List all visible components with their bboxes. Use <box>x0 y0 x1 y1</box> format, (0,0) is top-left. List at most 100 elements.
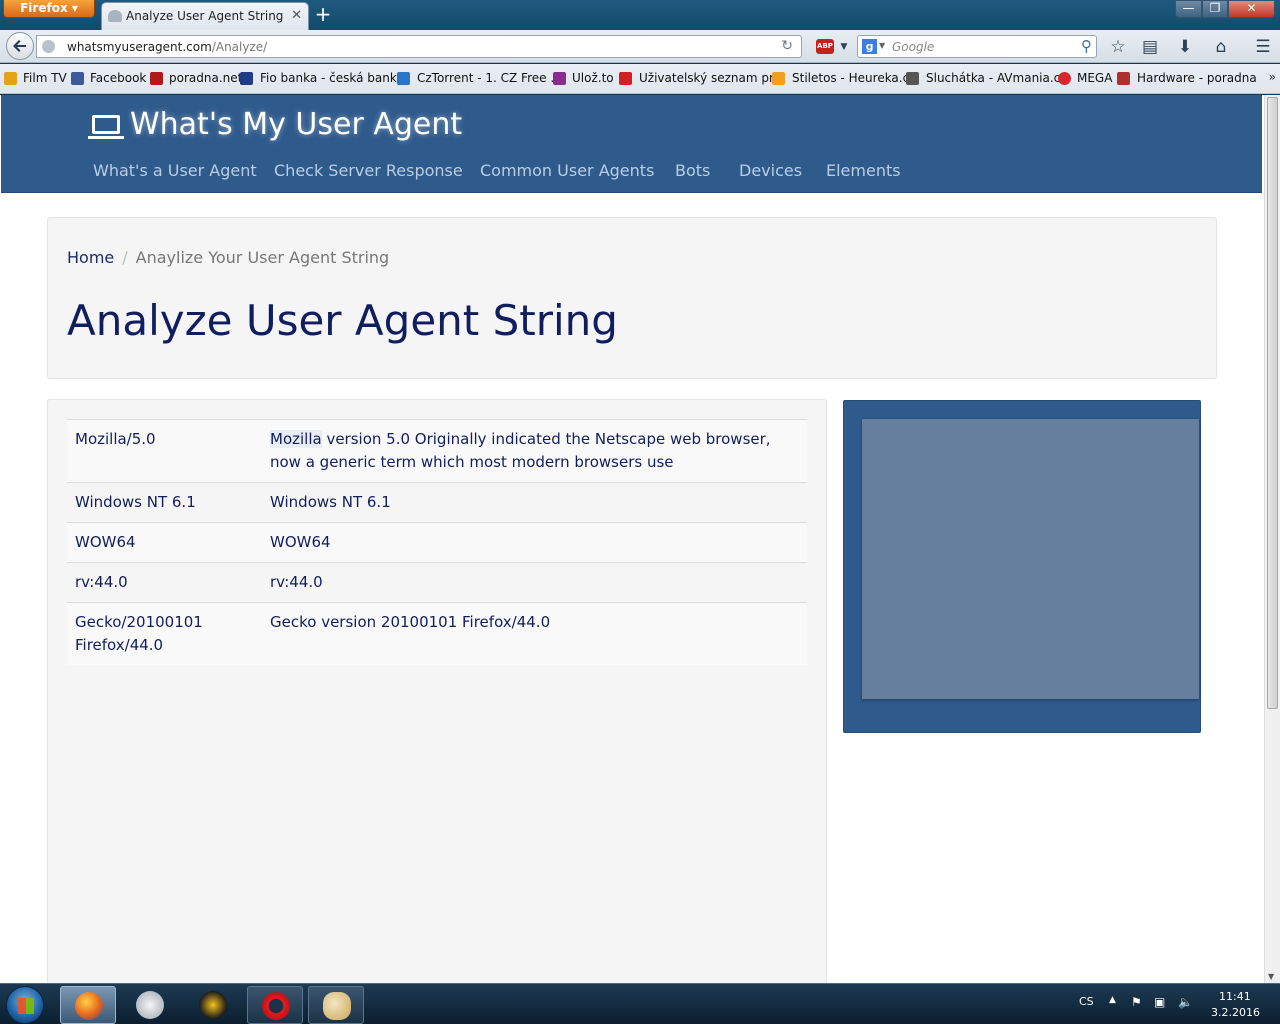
page-viewport: What's My User Agent What's a User Agent… <box>0 95 1264 983</box>
table-row: Gecko/20100101 Firefox/44.0 Gecko versio… <box>67 602 807 665</box>
bookmark-mega-icon <box>1058 72 1071 85</box>
ad-placeholder[interactable] <box>862 419 1199 699</box>
clock-date[interactable]: 3.2.2016 <box>1211 1006 1260 1019</box>
start-button[interactable] <box>6 986 44 1024</box>
nav-bots[interactable]: Bots <box>675 161 710 180</box>
taskbar-opera[interactable] <box>247 986 303 1024</box>
ua-description: WOW64 <box>262 522 807 563</box>
tray-network-icon[interactable]: ▣ <box>1154 995 1165 1009</box>
close-window-button[interactable]: ✕ <box>1228 0 1275 18</box>
site-brand-link[interactable]: What's My User Agent <box>88 107 463 142</box>
breadcrumb-separator: / <box>122 248 128 267</box>
bookmark-poradna[interactable]: poradna.net <box>169 71 242 85</box>
reload-icon[interactable]: ↻ <box>781 38 793 54</box>
scroll-down-arrow-icon[interactable]: ▼ <box>1268 972 1274 981</box>
bookmark-facebook[interactable]: Facebook <box>90 71 146 85</box>
bookmarks-overflow-chevron-icon[interactable]: » <box>1269 70 1276 84</box>
tray-volume-icon[interactable]: 🔈 <box>1178 995 1193 1009</box>
adblock-plus-icon[interactable]: ABP <box>816 39 834 54</box>
site-identity-icon[interactable] <box>42 40 55 53</box>
site-brand-text: What's My User Agent <box>130 107 463 142</box>
intro-panel: Home / Anaylize Your User Agent String Ana… <box>47 217 1217 379</box>
bookmark-ulozto[interactable]: Ulož.to <box>572 71 614 85</box>
opera-icon <box>262 992 290 1020</box>
user-agent-table: Mozilla/5.0 Mozilla version 5.0 Original… <box>67 419 807 665</box>
firefox-menu-button[interactable]: Firefox ▾ <box>3 0 95 18</box>
tray-language-indicator[interactable]: CS <box>1079 995 1094 1008</box>
hamburger-menu-icon[interactable]: ☰ <box>1252 36 1274 58</box>
adblock-dropdown-icon[interactable]: ▼ <box>833 36 855 58</box>
taskbar-app-footprint[interactable] <box>122 986 178 1024</box>
nav-devices[interactable]: Devices <box>739 161 802 180</box>
bookmark-cztorrent[interactable]: CzTorrent - 1. CZ Free ... <box>417 71 562 85</box>
breadcrumb-home-link[interactable]: Home <box>67 248 114 267</box>
url-bar[interactable]: whatsmyuseragent.com/Analyze/ ↻ <box>36 35 802 58</box>
tray-show-hidden-icon[interactable]: ▲ <box>1109 995 1116 1005</box>
ua-description: Gecko version 20100101 Firefox/44.0 <box>262 602 807 665</box>
tray-action-center-flag-icon[interactable]: ⚑ <box>1131 995 1142 1009</box>
search-icon[interactable]: ⚲ <box>1081 37 1092 55</box>
tab-analyze-user-agent[interactable]: Analyze User Agent String ✕ <box>101 2 309 30</box>
bookmark-filmtv-icon <box>4 72 17 85</box>
url-host: whatsmyuseragent.com <box>67 40 212 54</box>
search-input[interactable]: Google <box>892 40 934 54</box>
bookmark-filmtv[interactable]: Film TV <box>23 71 67 85</box>
breadcrumb-current: Anaylize Your User Agent String <box>135 248 390 267</box>
ua-description: Mozilla version 5.0 Originally indicated… <box>262 419 807 483</box>
minimize-button[interactable]: — <box>1175 0 1202 18</box>
ua-token: WOW64 <box>67 522 262 563</box>
home-icon[interactable]: ⌂ <box>1210 36 1232 58</box>
ad-sidebar-box <box>843 400 1201 733</box>
clock-time[interactable]: 11:41 <box>1219 990 1251 1003</box>
bookmark-fio-icon <box>240 72 253 85</box>
navigation-toolbar: whatsmyuseragent.com/Analyze/ ↻ ABP ▼ g … <box>0 30 1280 63</box>
bookmark-poradna-icon <box>150 72 163 85</box>
back-arrow-icon <box>13 40 26 52</box>
paint-palette-icon <box>323 992 351 1020</box>
bookmarks-toolbar: Film TV Facebook poradna.net Fio banka -… <box>0 64 1280 94</box>
tab-favicon-icon <box>108 10 122 22</box>
taskbar-firefox[interactable] <box>60 986 116 1024</box>
window-titlebar: Firefox ▾ Analyze User Agent String ✕ + … <box>0 0 1280 30</box>
mozilla-link[interactable]: Mozilla <box>270 430 322 448</box>
windows-taskbar: CS ▲ ⚑ ▣ 🔈 11:41 3.2.2016 <box>0 983 1280 1024</box>
page-title: Analyze User Agent String <box>67 296 618 345</box>
taskbar-paint[interactable] <box>308 986 364 1024</box>
url-path: /Analyze/ <box>211 40 268 54</box>
new-tab-button[interactable]: + <box>312 4 334 26</box>
bookmark-heureka-icon <box>772 72 785 85</box>
nav-elements[interactable]: Elements <box>826 161 901 180</box>
bookmark-mega[interactable]: MEGA <box>1077 71 1112 85</box>
bookmark-sluchatka-avmania[interactable]: Sluchátka - AVmania.cz <box>926 71 1067 85</box>
vertical-scrollbar[interactable]: ▼ <box>1264 95 1280 983</box>
bookmark-fio-banka[interactable]: Fio banka - česká bank... <box>260 71 408 85</box>
bookmark-stiletos-heureka[interactable]: Stiletos - Heureka.cz <box>792 71 916 85</box>
scrollbar-thumb[interactable] <box>1267 97 1278 709</box>
bookmark-uzivatelsky-seznam[interactable]: Uživatelský seznam pr... <box>639 71 784 85</box>
search-engine-dropdown-icon[interactable]: ▼ <box>879 41 885 50</box>
nav-check-server-response[interactable]: Check Server Response <box>274 161 463 180</box>
google-search-engine-icon[interactable]: g <box>862 39 877 54</box>
ua-description: Windows NT 6.1 <box>262 482 807 523</box>
table-row: Mozilla/5.0 Mozilla version 5.0 Original… <box>67 419 807 483</box>
nav-whats-a-user-agent[interactable]: What's a User Agent <box>93 161 257 180</box>
bookmarks-menu-icon[interactable]: ▤ <box>1139 36 1161 58</box>
taskbar-app-vlc-triangle[interactable] <box>185 986 241 1024</box>
bookmark-facebook-icon <box>71 72 84 85</box>
bookmark-hardware-icon <box>1117 72 1130 85</box>
ua-token: Windows NT 6.1 <box>67 482 262 523</box>
firefox-icon <box>75 992 103 1020</box>
tab-close-icon[interactable]: ✕ <box>291 8 302 23</box>
breadcrumb: Home / Anaylize Your User Agent String <box>67 248 389 267</box>
footprint-app-icon <box>136 991 164 1019</box>
bookmark-hardware-poradna[interactable]: Hardware - poradna <box>1137 71 1257 85</box>
downloads-icon[interactable]: ⬇ <box>1174 36 1196 58</box>
nav-common-user-agents[interactable]: Common User Agents <box>480 161 654 180</box>
maximize-button[interactable]: ❐ <box>1202 0 1228 18</box>
bookmark-star-icon[interactable]: ☆ <box>1107 36 1129 58</box>
laptop-icon <box>88 115 124 139</box>
url-text[interactable]: whatsmyuseragent.com/Analyze/ <box>67 40 267 54</box>
back-button[interactable] <box>6 32 34 60</box>
search-bar[interactable]: g ▼ Google ⚲ <box>857 35 1097 58</box>
ua-description-text: version 5.0 Originally indicated the Net… <box>270 430 771 471</box>
